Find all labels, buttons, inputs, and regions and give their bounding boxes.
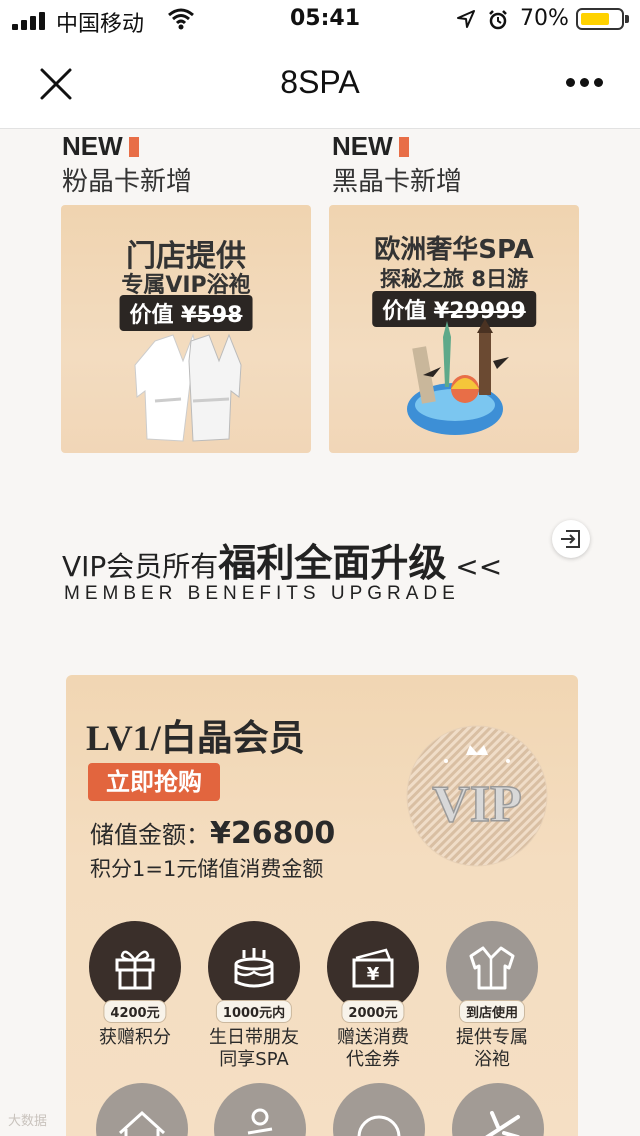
promo-card-robe[interactable]: 门店提供 专属VIP浴袍 价值 ¥598 [61, 205, 311, 453]
robe-icon [469, 946, 515, 990]
benefit-label: 获赠积分 [99, 1027, 171, 1048]
member-level-title: LV1/白晶会员 [86, 718, 305, 758]
benefits-heading: VIP会员所有福利全面升级 << [62, 541, 503, 585]
cake-icon [234, 948, 274, 988]
page-title: 8SPA [280, 64, 360, 100]
benefit-label: 赠送消费 代金券 [337, 1027, 409, 1070]
benefit-label: 生日带朋友 同享SPA [209, 1027, 299, 1070]
watermark: 大数据 [8, 1114, 48, 1129]
benefit-item[interactable]: 1000元内 生日带朋友 同享SPA [199, 921, 309, 1071]
wifi-icon [168, 8, 194, 30]
benefit-flight-icon[interactable] [452, 1083, 544, 1136]
vip-badge-label: VIP [432, 776, 522, 833]
signal-icon [12, 12, 48, 30]
benefit-label: 提供专属 浴袍 [456, 1027, 528, 1070]
price-pill: 价值 ¥598 [119, 295, 253, 331]
vip-badge-icon: VIP [406, 725, 548, 867]
page-content: NEW 粉晶卡新增 门店提供 专属VIP浴袍 价值 ¥598 NEW 黑晶卡新增… [0, 129, 640, 1136]
benefit-item[interactable]: ¥ 2000元 赠送消费 代金券 [318, 921, 428, 1071]
points-note: 积分1=1元储值消费金额 [90, 857, 324, 881]
benefit-massage-icon[interactable] [214, 1083, 306, 1136]
svg-text:¥: ¥ [367, 964, 380, 985]
battery-icon [576, 8, 629, 30]
buy-now-button[interactable]: 立即抢购 [88, 763, 220, 801]
stored-value: 储值金额：¥26800 [90, 816, 336, 851]
benefit-tag: 1000元内 [215, 1000, 293, 1023]
benefit-tag: 4200元 [103, 1000, 167, 1023]
benefit-tag: 2000元 [341, 1000, 405, 1023]
status-bar: 中国移动 05:41 70% [0, 0, 640, 40]
clock: 05:41 [290, 6, 361, 31]
benefit-item[interactable]: 4200元 获赠积分 [80, 921, 190, 1049]
promo-title-2: 探秘之旅 8日游 [380, 267, 528, 291]
travel-landmarks-icon [407, 319, 509, 435]
exit-icon[interactable] [552, 520, 590, 558]
promo-card-travel[interactable]: 欧洲奢华SPA 探秘之旅 8日游 价值 ¥29999 [329, 205, 579, 453]
promo-subtitle: 黑晶卡新增 [332, 167, 463, 197]
voucher-icon: ¥ [352, 948, 394, 988]
new-badge: NEW [332, 131, 409, 162]
promo-title: 欧洲奢华SPA [374, 235, 534, 265]
alarm-icon [489, 10, 507, 30]
new-badge: NEW [62, 131, 139, 162]
nav-bar: 8SPA [0, 40, 640, 129]
benefit-home-icon[interactable] [96, 1083, 188, 1136]
benefit-item[interactable]: 到店使用 提供专属 浴袍 [437, 921, 547, 1071]
benefit-tag: 到店使用 [458, 1000, 526, 1023]
benefits-heading-en: MEMBER BENEFITS UPGRADE [64, 583, 460, 604]
more-menu-icon[interactable] [560, 74, 610, 94]
gift-icon [115, 950, 155, 990]
bathrobe-icon [134, 333, 242, 442]
battery-percent: 70% [520, 6, 569, 31]
carrier-name: 中国移动 [56, 12, 145, 37]
promo-subtitle: 粉晶卡新增 [62, 167, 193, 197]
benefit-free-icon[interactable] [333, 1083, 425, 1136]
location-arrow-icon [457, 10, 475, 28]
member-level-card: LV1/白晶会员 立即抢购 储值金额：¥26800 积分1=1元储值消费金额 V… [66, 675, 578, 1136]
